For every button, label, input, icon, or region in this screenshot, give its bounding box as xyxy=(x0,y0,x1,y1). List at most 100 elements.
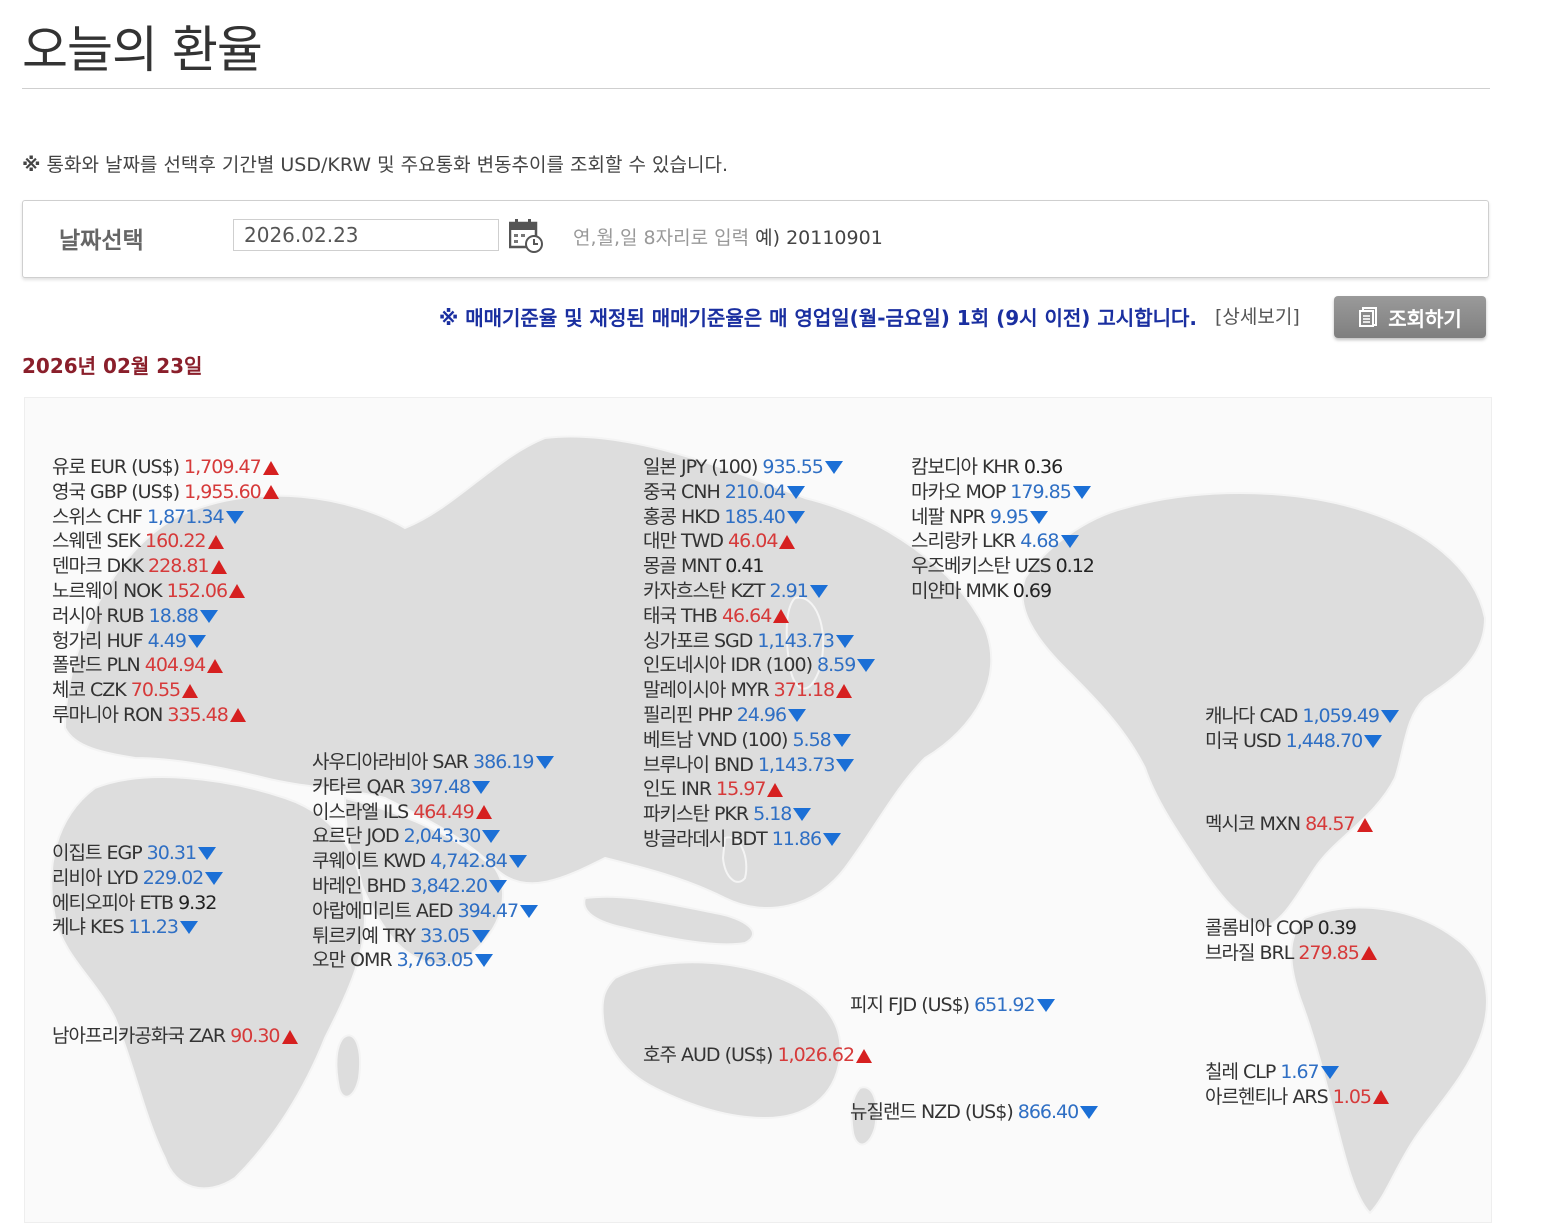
currency-row[interactable]: 리비아 LYD 229.02 xyxy=(52,866,224,891)
currency-row[interactable]: 몽골 MNT 0.41 xyxy=(643,554,875,579)
currency-row[interactable]: 폴란드 PLN 404.94 xyxy=(52,653,279,678)
currency-name: 사우디아라비아 SAR xyxy=(312,751,469,773)
currency-row[interactable]: 아랍에미리트 AED 394.47 xyxy=(312,899,554,924)
detail-link[interactable]: [상세보기] xyxy=(1215,302,1300,329)
currency-row[interactable]: 베트남 VND (100) 5.58 xyxy=(643,728,875,753)
currency-row[interactable]: 러시아 RUB 18.88 xyxy=(52,604,279,629)
triangle-down-icon xyxy=(508,855,527,869)
currency-row[interactable]: 루마니아 RON 335.48 xyxy=(52,703,279,728)
currency-row[interactable]: 마카오 MOP 179.85 xyxy=(911,480,1094,505)
currency-row[interactable]: 브라질 BRL 279.85 xyxy=(1205,941,1377,966)
currency-row[interactable]: 요르단 JOD 2,043.30 xyxy=(312,824,554,849)
currency-rate: 1,955.60 xyxy=(184,480,262,503)
calendar-icon[interactable] xyxy=(509,217,543,253)
currency-row[interactable]: 헝가리 HUF 4.49 xyxy=(52,629,279,654)
currency-rate: 1,143.73 xyxy=(757,753,836,776)
currency-name: 카자흐스탄 KZT xyxy=(643,579,766,602)
currency-row[interactable]: 콜롬비아 COP 0.39 xyxy=(1205,916,1377,941)
currency-row[interactable]: 미국 USD 1,448.70 xyxy=(1205,729,1399,754)
group-asia-2: 캄보디아 KHR 0.36 마카오 MOP 179.85 네팔 NPR 9.95 스리랑카 … xyxy=(911,455,1095,604)
currency-name: 카타르 QAR xyxy=(312,775,406,798)
triangle-down-icon xyxy=(857,659,876,673)
currency-row[interactable]: 중국 CNH 210.04 xyxy=(643,480,875,505)
currency-name: 덴마크 DKK xyxy=(52,555,144,578)
currency-row[interactable]: 방글라데시 BDT 11.86 xyxy=(643,827,875,852)
currency-rate: 4,742.84 xyxy=(430,850,508,873)
triangle-down-icon xyxy=(824,461,843,474)
triangle-up-icon xyxy=(207,658,224,673)
currency-name: 루마니아 RON xyxy=(52,703,163,726)
currency-row[interactable]: 스리랑카 LKR 4.68 xyxy=(911,529,1094,554)
currency-row[interactable]: 칠레 CLP 1.67 xyxy=(1205,1060,1389,1085)
currency-row[interactable]: 인도 INR 15.97 xyxy=(643,777,875,802)
triangle-up-icon xyxy=(773,609,790,624)
currency-row[interactable]: 일본 JPY (100) 935.55 xyxy=(643,455,875,480)
currency-name: 노르웨이 NOK xyxy=(52,579,163,602)
currency-rate: 0.41 xyxy=(725,555,764,578)
currency-name: 이스라엘 ILS xyxy=(312,800,409,823)
currency-row[interactable]: 우즈베키스탄 UZS 0.12 xyxy=(911,554,1095,579)
currency-row[interactable]: 홍콩 HKD 185.40 xyxy=(643,505,875,530)
currency-row[interactable]: 스위스 CHF 1,871.34 xyxy=(52,505,279,530)
group-new-zealand: 뉴질랜드 NZD (US$) 866.40 xyxy=(850,1100,1099,1125)
currency-row[interactable]: 브루나이 BND 1,143.73 xyxy=(643,753,875,778)
currency-row[interactable]: 미얀마 MMK 0.69 xyxy=(911,579,1094,604)
currency-name: 호주 AUD (US$) xyxy=(643,1044,773,1066)
currency-row[interactable]: 말레이시아 MYR 371.18 xyxy=(643,678,875,703)
currency-row[interactable]: 에티오피아 ETB 9.32 xyxy=(52,891,223,916)
triangle-up-icon xyxy=(229,708,246,723)
triangle-down-icon xyxy=(472,780,491,794)
group-fiji: 피지 FJD (US$) 651.92 xyxy=(850,993,1055,1018)
currency-row[interactable]: 네팔 NPR 9.95 xyxy=(911,505,1094,530)
currency-row[interactable]: 이집트 EGP 30.31 xyxy=(52,841,223,866)
currency-row[interactable]: 대만 TWD 46.04 xyxy=(643,529,875,554)
currency-name: 남아프리카공화국 ZAR xyxy=(52,1025,226,1047)
currency-row[interactable]: 덴마크 DKK 228.81 xyxy=(52,554,279,579)
currency-row[interactable]: 이스라엘 ILS 464.49 xyxy=(312,800,554,825)
currency-row[interactable]: 쿠웨이트 KWD 4,742.84 xyxy=(312,849,554,874)
currency-row[interactable]: 뉴질랜드 NZD (US$) 866.40 xyxy=(850,1100,1099,1125)
date-input[interactable] xyxy=(233,219,499,251)
currency-name: 인도 INR xyxy=(643,778,712,801)
currency-rate: 0.39 xyxy=(1317,917,1357,939)
currency-row[interactable]: 남아프리카공화국 ZAR 90.30 xyxy=(52,1024,298,1049)
currency-row[interactable]: 노르웨이 NOK 152.06 xyxy=(52,579,279,604)
currency-row[interactable]: 튀르키예 TRY 33.05 xyxy=(312,924,554,949)
currency-name: 태국 THB xyxy=(643,604,718,627)
group-south-america: 콜롬비아 COP 0.39 브라질 BRL 279.85 xyxy=(1205,916,1377,966)
currency-row[interactable]: 카타르 QAR 397.48 xyxy=(312,775,554,800)
currency-row[interactable]: 체코 CZK 70.55 xyxy=(52,678,279,703)
group-europe: 유로 EUR (US$) 1,709.47 영국 GBP (US$) 1,955.60… xyxy=(52,455,279,728)
currency-row[interactable]: 파키스탄 PKR 5.18 xyxy=(643,802,875,827)
currency-row[interactable]: 캄보디아 KHR 0.36 xyxy=(911,455,1094,480)
date-example: 예) 20110901 xyxy=(755,227,883,249)
currency-name: 몽골 MNT xyxy=(643,555,721,578)
triangle-up-icon xyxy=(262,460,279,475)
currency-rate: 1,059.49 xyxy=(1302,705,1380,727)
search-button[interactable]: 조회하기 xyxy=(1334,296,1486,338)
currency-row[interactable]: 태국 THB 46.64 xyxy=(643,604,875,629)
currency-row[interactable]: 케냐 KES 11.23 xyxy=(52,915,223,940)
currency-row[interactable]: 영국 GBP (US$) 1,955.60 xyxy=(52,480,279,505)
triangle-up-icon xyxy=(779,534,796,549)
currency-row[interactable]: 오만 OMR 3,763.05 xyxy=(312,948,554,973)
triangle-down-icon xyxy=(1320,1066,1339,1079)
currency-rate: 935.55 xyxy=(762,456,823,478)
currency-row[interactable]: 바레인 BHD 3,842.20 xyxy=(312,874,554,899)
currency-row[interactable]: 피지 FJD (US$) 651.92 xyxy=(850,993,1055,1018)
currency-row[interactable]: 유로 EUR (US$) 1,709.47 xyxy=(52,455,279,480)
currency-row[interactable]: 싱가포르 SGD 1,143.73 xyxy=(643,629,875,654)
page-title: 오늘의 환율 xyxy=(22,21,263,79)
currency-row[interactable]: 인도네시아 IDR (100) 8.59 xyxy=(643,653,876,678)
triangle-up-icon xyxy=(182,683,199,698)
currency-row[interactable]: 아르헨티나 ARS 1.05 xyxy=(1205,1085,1390,1110)
currency-rate: 866.40 xyxy=(1017,1101,1079,1123)
currency-row[interactable]: 사우디아라비아 SAR 386.19 xyxy=(312,750,554,775)
currency-row[interactable]: 호주 AUD (US$) 1,026.62 xyxy=(643,1043,873,1068)
currency-row[interactable]: 멕시코 MXN 84.57 xyxy=(1205,812,1373,837)
triangle-down-icon xyxy=(489,879,508,893)
currency-row[interactable]: 스웨덴 SEK 160.22 xyxy=(52,529,279,554)
currency-row[interactable]: 필리핀 PHP 24.96 xyxy=(643,703,875,728)
currency-row[interactable]: 카자흐스탄 KZT 2.91 xyxy=(643,579,875,604)
currency-row[interactable]: 캐나다 CAD 1,059.49 xyxy=(1205,704,1399,729)
